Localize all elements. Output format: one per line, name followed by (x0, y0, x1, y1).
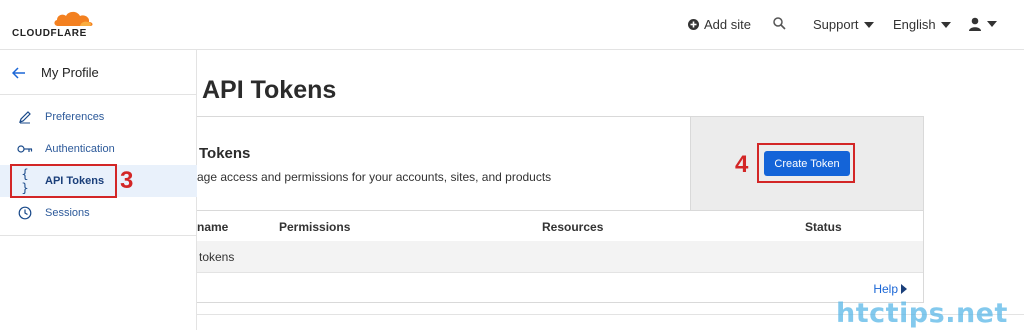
brand-name: CLOUDFLARE (12, 28, 87, 39)
sidebar-item-label: Sessions (45, 207, 90, 219)
page-title: API Tokens (202, 76, 337, 104)
annotation-step-3: 3 (120, 167, 134, 194)
chevron-down-icon (940, 21, 951, 28)
column-header-status[interactable]: Status (805, 220, 842, 234)
add-site-label: Add site (704, 17, 751, 32)
tokens-table-header: name Permissions Resources Status (197, 210, 923, 241)
clock-icon (18, 206, 32, 220)
caret-right-icon (901, 284, 907, 294)
language-label: English (893, 17, 936, 32)
sidebar-item-authentication[interactable]: Authentication (0, 133, 197, 165)
arrow-left-icon (12, 67, 25, 79)
card-title: Tokens (199, 145, 251, 162)
plus-circle-icon (688, 19, 699, 30)
search-button[interactable] (773, 17, 786, 30)
sidebar-item-sessions[interactable]: Sessions (0, 197, 197, 229)
column-header-permissions[interactable]: Permissions (279, 220, 350, 234)
card-description: age access and permissions for your acco… (197, 170, 552, 184)
help-link[interactable]: Help (873, 282, 907, 296)
user-icon (969, 17, 981, 31)
my-profile-title: My Profile (41, 65, 99, 80)
sidebar-divider (0, 235, 197, 236)
card-header: Tokens age access and permissions for yo… (197, 117, 690, 210)
help-label: Help (873, 282, 898, 296)
annotation-highlight-create-token (757, 143, 855, 183)
sidebar-item-label: Authentication (45, 143, 115, 155)
column-header-resources[interactable]: Resources (542, 220, 603, 234)
my-profile-back-link[interactable]: My Profile (0, 50, 197, 95)
watermark: htctips.net (836, 298, 1008, 329)
card-footer: Help (197, 272, 923, 303)
chevron-down-icon (987, 21, 997, 27)
top-navigation-bar: CLOUDFLARE Add site Support English (0, 0, 1024, 50)
empty-state-text: tokens (199, 250, 235, 264)
support-label: Support (813, 17, 859, 32)
cloud-icon (54, 11, 93, 26)
sidebar-item-preferences[interactable]: Preferences (0, 101, 197, 133)
annotation-highlight-api-tokens (10, 164, 117, 198)
annotation-step-4: 4 (735, 151, 749, 178)
key-icon (17, 145, 33, 153)
table-empty-row: tokens (197, 241, 923, 272)
support-menu[interactable]: Support (813, 17, 874, 32)
cloudflare-logo[interactable]: CLOUDFLARE (12, 10, 94, 40)
column-header-name[interactable]: name (197, 220, 228, 234)
chevron-down-icon (863, 21, 874, 28)
pencil-icon (19, 111, 31, 124)
user-menu[interactable] (968, 17, 997, 31)
language-menu[interactable]: English (893, 17, 951, 32)
search-icon (773, 17, 786, 30)
sidebar-item-label: Preferences (45, 111, 105, 123)
add-site-button[interactable]: Add site (688, 17, 751, 32)
